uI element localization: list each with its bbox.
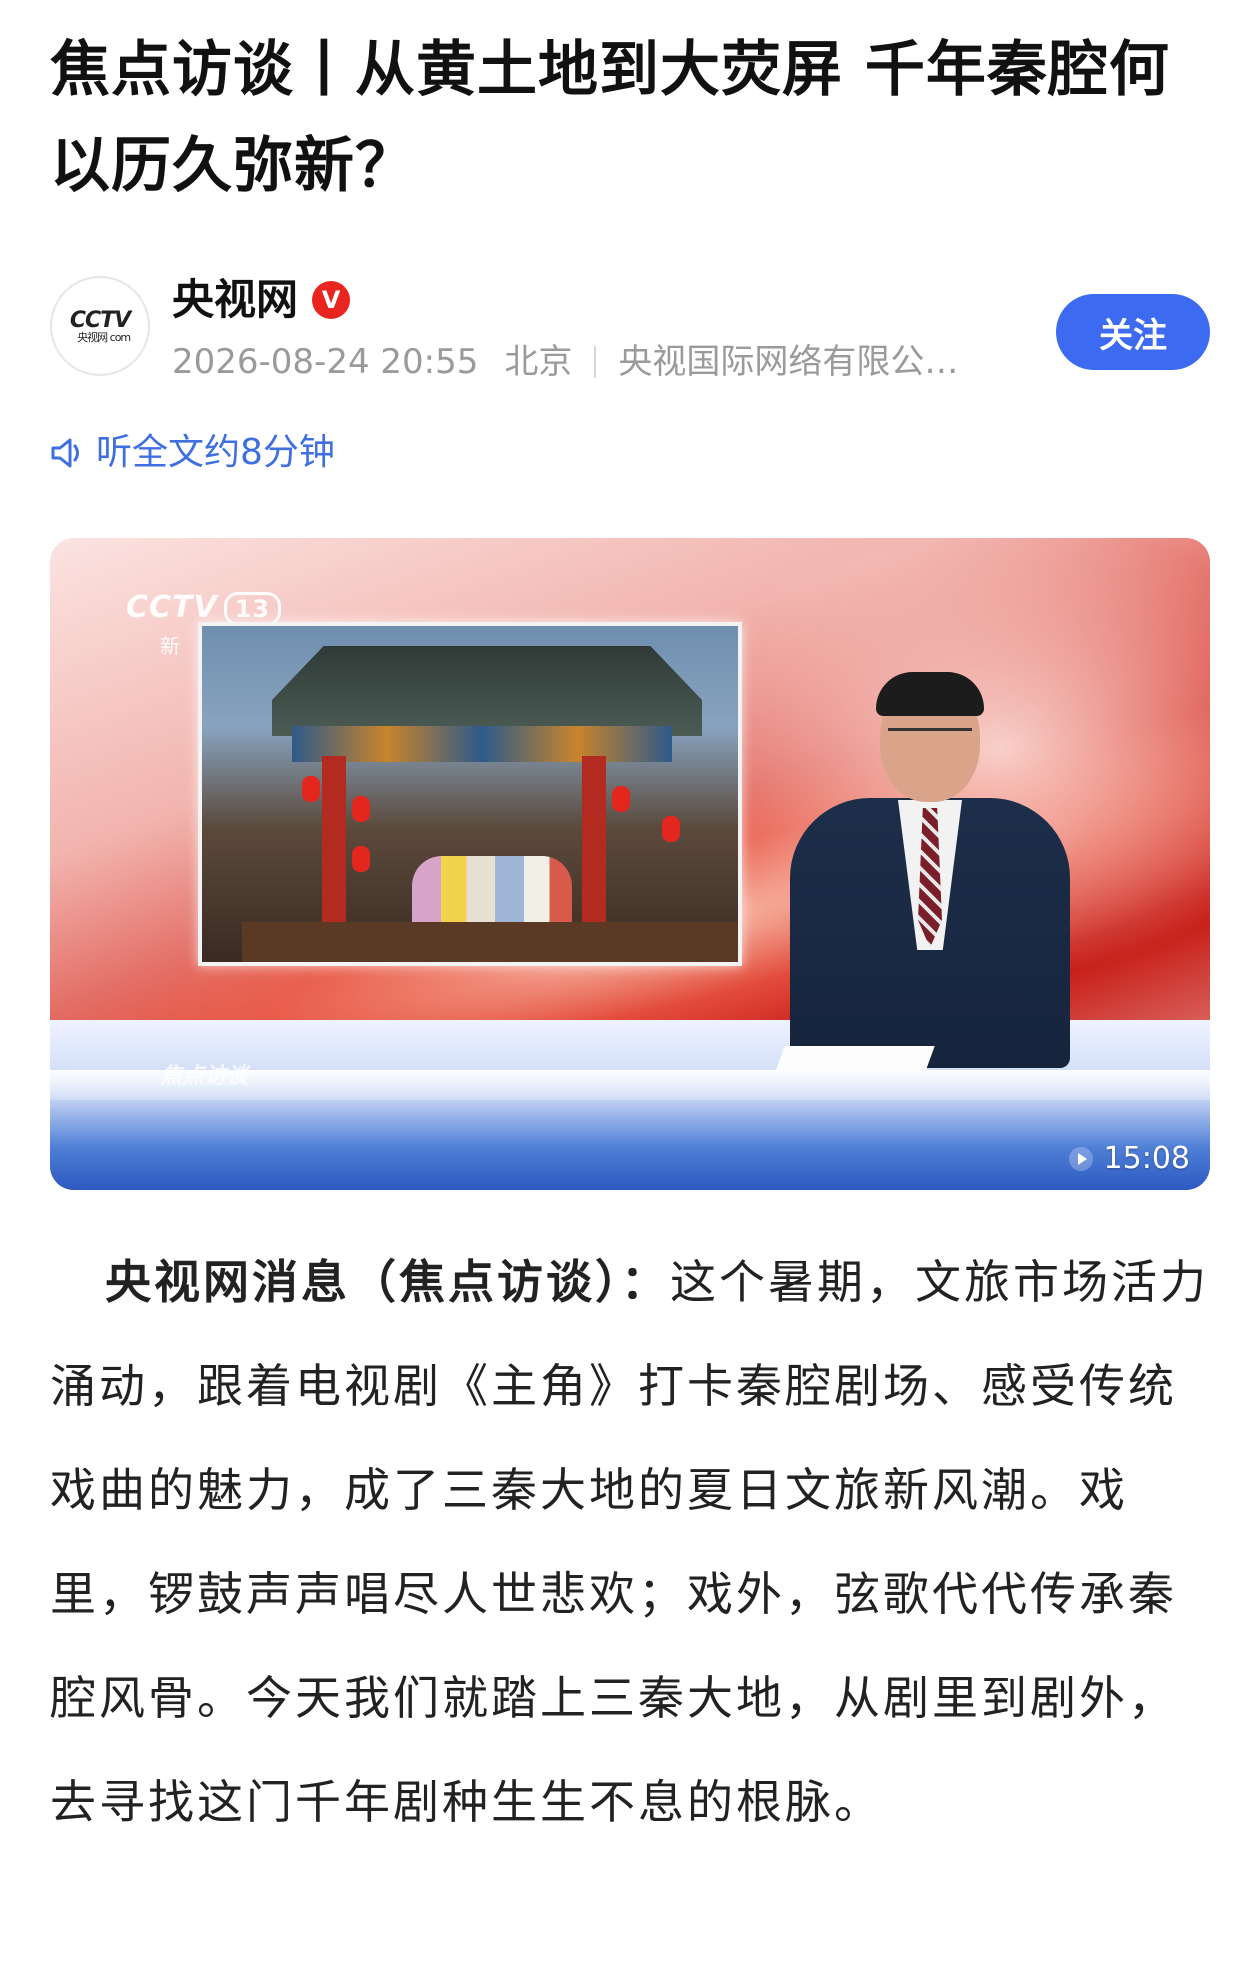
lantern xyxy=(612,786,630,812)
channel-number: 13 xyxy=(223,591,282,626)
news-anchor xyxy=(770,672,1090,1190)
article-body-text: 这个暑期，文旅市场活力涌动，跟着电视剧《主角》打卡秦腔剧场、感受传统戏曲的魅力，… xyxy=(50,1255,1209,1829)
article-title: 焦点访谈丨从黄土地到大荧屏 千年秦腔何以历久弥新？ xyxy=(50,35,1170,201)
listen-label: 听全文约8分钟 xyxy=(96,432,335,473)
anchor-glasses xyxy=(888,728,972,749)
article-meta: 2026-08-24 20:55 北京 央视国际网络有限公… xyxy=(172,340,958,384)
theater-pillar xyxy=(322,756,346,946)
anchor-hair xyxy=(876,672,984,716)
speaker-icon xyxy=(51,438,79,468)
channel-logo-text: CCTV xyxy=(126,590,218,625)
author-avatar[interactable]: CCTV 央视网 com xyxy=(50,276,150,376)
lantern xyxy=(662,816,680,842)
publish-datetime: 2026-08-24 20:55 xyxy=(172,342,479,382)
lantern xyxy=(302,776,320,802)
follow-button[interactable]: 关注 xyxy=(1056,294,1210,370)
duration-text: 15:08 xyxy=(1103,1141,1190,1176)
lantern xyxy=(352,796,370,822)
author-row: CCTV 央视网 com 央视网 V 2026-08-24 20:55 北京 央… xyxy=(50,272,1210,382)
theater-roof xyxy=(272,646,702,736)
publish-location: 北京 xyxy=(504,342,573,382)
studio-screen-image xyxy=(198,622,742,966)
verified-badge-icon: V xyxy=(312,281,351,319)
listen-full-text-button[interactable]: 听全文约8分钟 xyxy=(50,428,335,478)
avatar-logo-sub: 央视网 com xyxy=(77,330,131,344)
desk-papers xyxy=(775,1046,935,1072)
author-name[interactable]: 央视网 xyxy=(172,272,298,328)
video-duration: 15:08 xyxy=(1068,1141,1190,1176)
article-lead: 央视网消息（焦点访谈）： xyxy=(105,1255,670,1309)
stage-floor xyxy=(242,922,738,962)
meta-divider xyxy=(594,346,597,378)
play-icon xyxy=(1068,1146,1093,1171)
article-body: 央视网消息（焦点访谈）：这个暑期，文旅市场活力涌动，跟着电视剧《主角》打卡秦腔剧… xyxy=(50,1230,1210,1854)
video-player[interactable]: CCTV13 新闻 焦点访谈 15:08 xyxy=(50,538,1210,1190)
theater-pillar xyxy=(582,756,606,946)
program-watermark: 焦点访谈 xyxy=(160,1064,249,1089)
theater-beam xyxy=(292,726,672,762)
lantern xyxy=(352,846,370,872)
cctv-logo-icon: CCTV 央视网 com xyxy=(70,308,131,345)
channel-logo: CCTV 13 xyxy=(126,590,282,626)
source-organization: 央视国际网络有限公… xyxy=(618,342,959,382)
author-name-row: 央视网 V xyxy=(172,272,351,328)
